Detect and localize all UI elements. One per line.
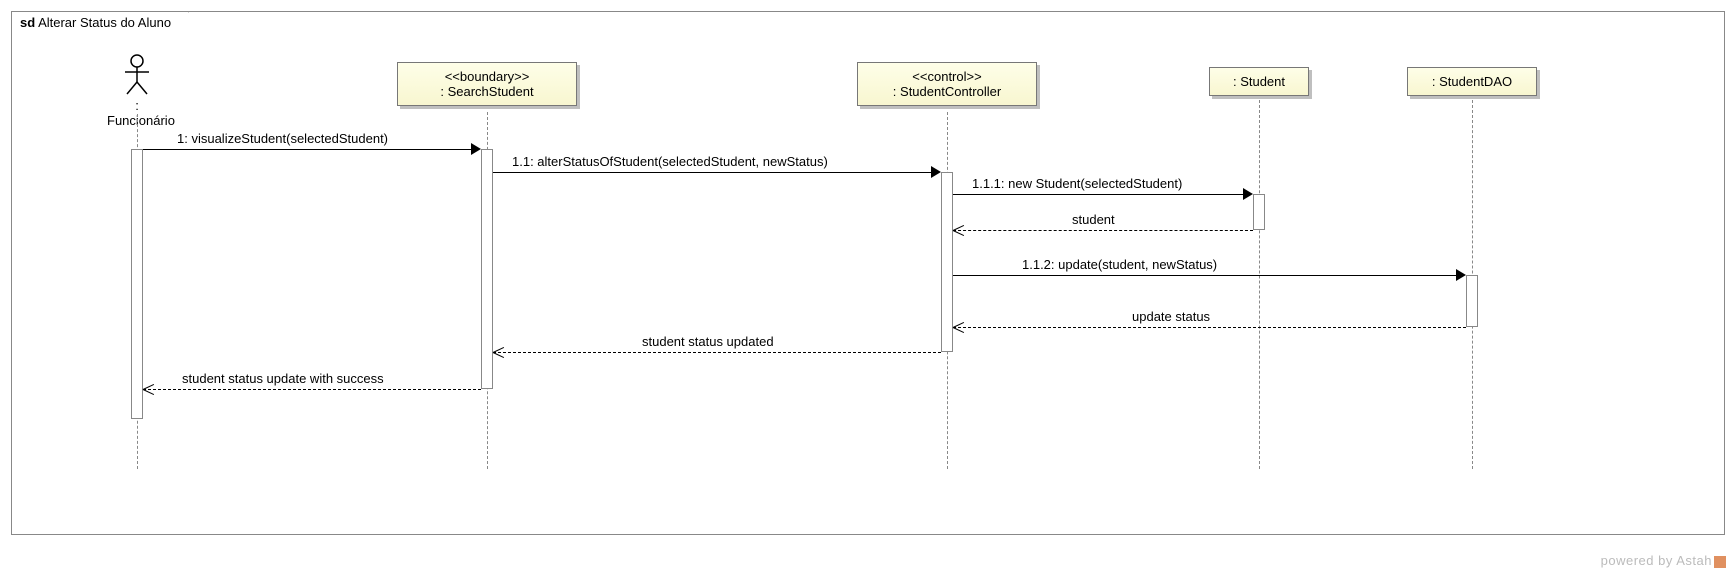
msg-11-label: 1.1: alterStatusOfStudent(selectedStuden…: [512, 154, 828, 169]
ret-11-line: [493, 352, 941, 353]
activation-funcionario: [131, 149, 143, 419]
ret-1-label: student status update with success: [182, 371, 384, 386]
msg-11-line: [493, 172, 938, 173]
activation-controller: [941, 172, 953, 352]
activation-dao: [1466, 275, 1478, 327]
msg-112-label: 1.1.2: update(student, newStatus): [1022, 257, 1217, 272]
lifeline-label: : StudentController: [893, 84, 1001, 99]
ret-112-label: update status: [1132, 309, 1210, 324]
astah-icon: [1714, 556, 1726, 568]
watermark-text: powered by Astah: [1601, 553, 1712, 568]
lifeline-label: : Student: [1233, 74, 1285, 89]
ret-112-line: [953, 327, 1466, 328]
lifeline-dao: : StudentDAO: [1407, 67, 1537, 96]
msg-1-label: 1: visualizeStudent(selectedStudent): [177, 131, 388, 146]
stereotype-boundary: <<boundary>>: [410, 69, 564, 84]
msg-112-arrow: [1456, 269, 1466, 281]
sequence-frame: sd Alterar Status do Aluno : Funcionário…: [11, 11, 1725, 535]
msg-1-arrow: [471, 143, 481, 155]
msg-112-line: [953, 275, 1463, 276]
activation-student: [1253, 194, 1265, 230]
lifeline-controller: <<control>> : StudentController: [857, 62, 1037, 106]
msg-111-line: [953, 194, 1250, 195]
msg-111-arrow: [1243, 188, 1253, 200]
ret-1-line: [143, 389, 481, 390]
lifeline-label: : StudentDAO: [1432, 74, 1512, 89]
ret-111-line: [953, 230, 1253, 231]
actor-icon: [122, 54, 152, 96]
frame-title: Alterar Status do Aluno: [38, 15, 171, 30]
lifeline-student: : Student: [1209, 67, 1309, 96]
frame-prefix: sd: [20, 15, 35, 30]
msg-11-arrow: [931, 166, 941, 178]
lifeline-search: <<boundary>> : SearchStudent: [397, 62, 577, 106]
watermark: powered by Astah: [1601, 553, 1726, 568]
ret-111-label: student: [1072, 212, 1115, 227]
msg-1-line: [143, 149, 478, 150]
stereotype-control: <<control>>: [870, 69, 1024, 84]
dashline-student: [1259, 100, 1260, 469]
msg-111-label: 1.1.1: new Student(selectedStudent): [972, 176, 1182, 191]
lifeline-label: : SearchStudent: [440, 84, 533, 99]
activation-search: [481, 149, 493, 389]
ret-11-label: student status updated: [642, 334, 774, 349]
frame-title-tab: sd Alterar Status do Aluno: [11, 11, 189, 33]
